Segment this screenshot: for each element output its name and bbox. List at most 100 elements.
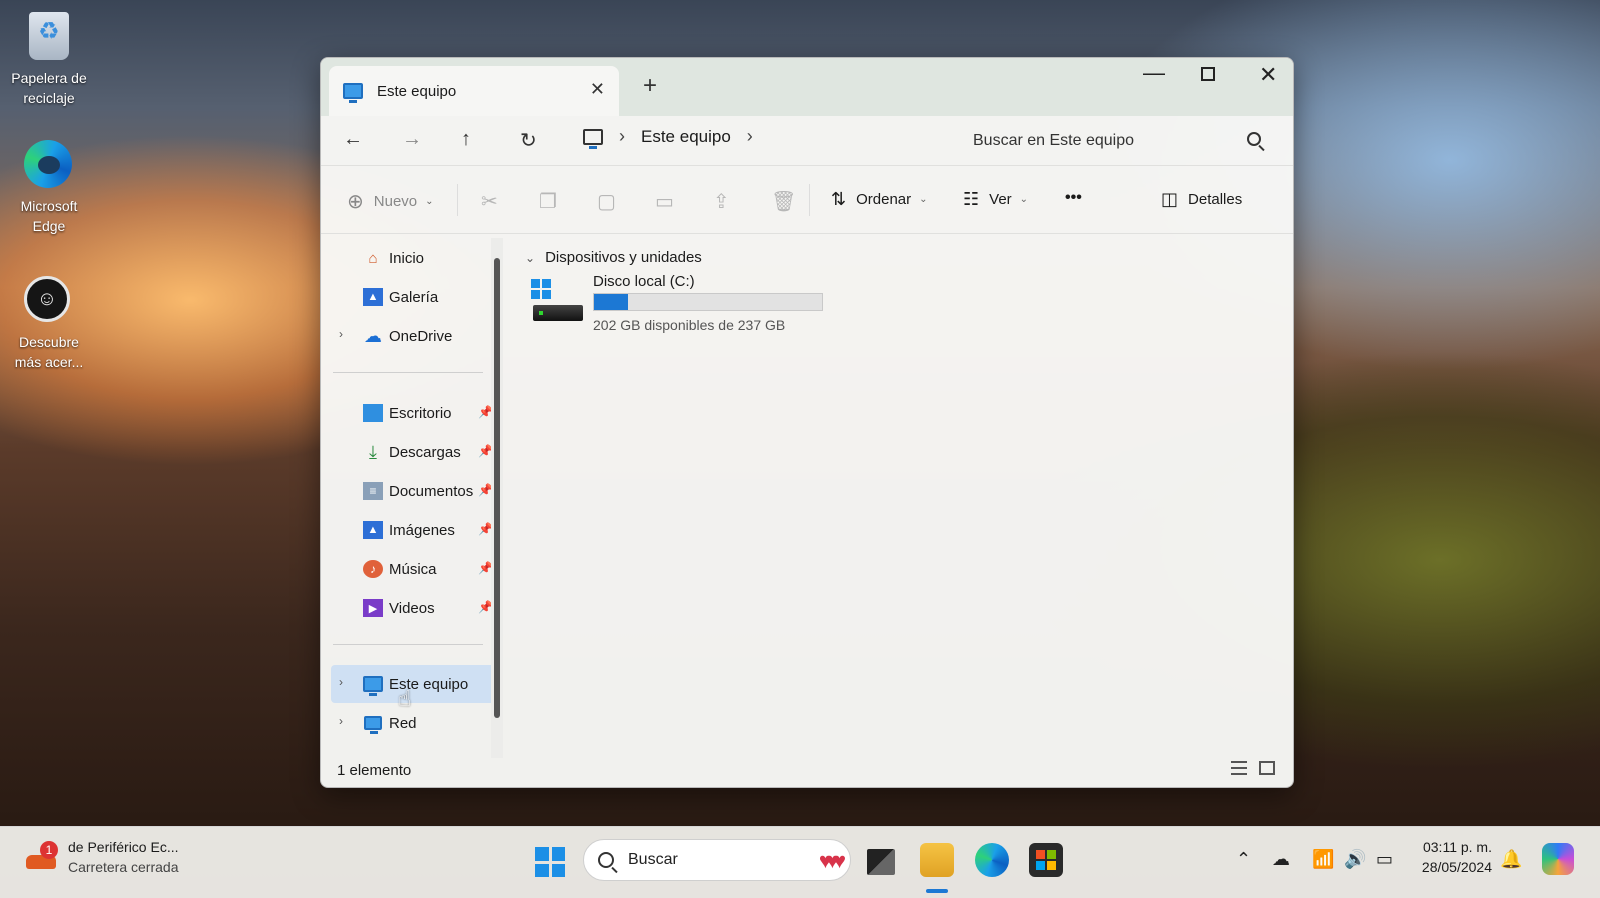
status-bar: 1 elemento: [321, 753, 1293, 787]
sidebar-item-label: OneDrive: [389, 327, 453, 345]
delete-icon[interactable]: 🗑: [771, 189, 796, 214]
music-icon: ♪: [363, 560, 383, 578]
sort-button[interactable]: ⇅ Ordenar ⌄: [831, 189, 928, 210]
desktop-icon-label: Papelera de reciclaje: [11, 70, 87, 106]
widget-title: de Periférico Ec...: [68, 839, 179, 855]
task-view-icon[interactable]: [867, 849, 895, 875]
maximize-button[interactable]: [1201, 67, 1215, 81]
sidebar-item-label: Documentos: [389, 482, 474, 500]
sidebar-item-label: Red: [389, 714, 417, 732]
minimize-button[interactable]: —: [1143, 60, 1165, 86]
chevron-right-icon[interactable]: ›: [339, 675, 343, 689]
drive-item-c[interactable]: Disco local (C:) 202 GB disponibles de 2…: [531, 273, 841, 343]
store-icon[interactable]: [1029, 843, 1063, 877]
view-button[interactable]: ☷ Ver ⌄: [963, 189, 1028, 210]
sidebar-item-este-equipo[interactable]: › Este equipo: [331, 665, 499, 703]
details-view-icon[interactable]: [1231, 761, 1247, 775]
close-window-button[interactable]: ✕: [1259, 62, 1277, 88]
view-label: Ver: [989, 191, 1012, 208]
clock-time: 03:11 p. m.: [1422, 839, 1492, 855]
chevron-right-icon[interactable]: ›: [339, 714, 343, 728]
desktop-icon-label: Microsoft Edge: [20, 198, 78, 234]
chevron-up-icon[interactable]: ⌃: [1236, 849, 1251, 870]
sidebar-item-escritorio[interactable]: Escritorio 📌: [331, 394, 499, 432]
taskbar-search-label: Buscar: [628, 851, 678, 868]
sidebar-item-musica[interactable]: ♪ Música 📌: [331, 550, 499, 588]
volume-icon[interactable]: 🔊: [1344, 849, 1366, 870]
sidebar-item-onedrive[interactable]: › ☁ OneDrive: [331, 317, 499, 355]
hard-drive-icon: [531, 279, 583, 323]
sidebar-item-galeria[interactable]: ▲ Galería: [331, 278, 499, 316]
sidebar-item-inicio[interactable]: ⌂ Inicio: [331, 239, 499, 277]
copilot-icon[interactable]: [1542, 843, 1574, 875]
chevron-right-icon[interactable]: ›: [619, 126, 625, 147]
sidebar-item-label: Música: [389, 560, 437, 578]
cut-icon[interactable]: ✂: [481, 189, 498, 214]
desktop-icon-edge[interactable]: Microsoft Edge: [8, 140, 90, 236]
scrollbar-thumb[interactable]: [494, 258, 500, 718]
sidebar-divider: [333, 644, 483, 645]
tab-este-equipo[interactable]: Este equipo ✕: [329, 66, 619, 116]
search-input[interactable]: Buscar en Este equipo: [961, 120, 1281, 162]
plus-circle-icon: ⊕: [347, 191, 364, 213]
back-arrow-icon[interactable]: ←: [343, 128, 363, 151]
sidebar-item-videos[interactable]: ▶ Videos 📌: [331, 589, 499, 627]
up-arrow-icon[interactable]: ↑: [461, 128, 471, 151]
copy-icon[interactable]: ❐: [539, 189, 557, 214]
more-options-button[interactable]: •••: [1065, 189, 1082, 207]
search-icon: [598, 852, 614, 868]
paste-icon[interactable]: ▢: [597, 189, 616, 214]
battery-icon[interactable]: ▭: [1376, 849, 1393, 870]
hand-cursor-icon: ☝: [398, 686, 412, 711]
close-tab-icon[interactable]: ✕: [590, 79, 605, 100]
wifi-icon[interactable]: 📶: [1312, 849, 1334, 870]
edge-icon[interactable]: [975, 843, 1009, 877]
forward-arrow-icon[interactable]: →: [402, 128, 422, 151]
navigation-pane: ⌂ Inicio ▲ Galería › ☁ OneDrive Escritor…: [321, 235, 511, 755]
rename-icon[interactable]: ▭: [655, 189, 674, 214]
chevron-right-icon[interactable]: ›: [339, 327, 343, 341]
home-icon: ⌂: [368, 249, 378, 267]
acer-icon: ☺: [24, 276, 74, 326]
share-icon[interactable]: ⇪: [713, 189, 730, 214]
downloads-icon: ⤓: [369, 441, 377, 462]
desktop-icon-acer[interactable]: ☺ Descubre más acer...: [8, 276, 90, 372]
gallery-icon: ▲: [363, 288, 383, 306]
toolbar-divider: [457, 184, 458, 216]
drive-usage-bar: [593, 293, 823, 311]
sidebar-item-label: Videos: [389, 599, 435, 617]
bell-icon[interactable]: 🔔: [1500, 849, 1522, 870]
search-icon[interactable]: [1247, 132, 1261, 146]
notification-badge: 1: [40, 841, 58, 859]
sort-icon: ⇅: [831, 189, 847, 209]
recycle-bin-icon: [24, 12, 74, 62]
chevron-right-icon[interactable]: ›: [747, 126, 753, 147]
weather-widget[interactable]: 1 de Periférico Ec... Carretera cerrada: [26, 837, 179, 877]
new-button[interactable]: ⊕ Nuevo ⌄: [347, 189, 434, 214]
chevron-down-icon[interactable]: ⌄: [525, 251, 535, 265]
sidebar-item-documentos[interactable]: ≡ Documentos 📌: [331, 472, 499, 510]
item-count: 1 elemento: [337, 761, 412, 779]
clock[interactable]: 03:11 p. m. 28/05/2024: [1400, 837, 1492, 877]
sidebar-item-imagenes[interactable]: ▲ Imágenes 📌: [331, 511, 499, 549]
onedrive-tray-icon[interactable]: ☁: [1272, 849, 1290, 870]
desktop-icon-label: Descubre más acer...: [14, 334, 84, 370]
start-button[interactable]: [535, 847, 565, 877]
network-icon: [363, 714, 383, 734]
command-bar: ⊕ Nuevo ⌄ ✂ ❐ ▢ ▭ ⇪ 🗑 ⇅ Ordenar ⌄ ☷ Ver …: [321, 166, 1293, 234]
details-button[interactable]: ◫ Detalles: [1161, 189, 1242, 210]
new-tab-button[interactable]: +: [643, 72, 657, 100]
taskbar-search[interactable]: Buscar ♥♥♥: [583, 839, 851, 881]
desktop-icon-recycle-bin[interactable]: Papelera de reciclaje: [8, 12, 90, 108]
sidebar-scrollbar[interactable]: [491, 238, 503, 758]
sidebar-item-red[interactable]: › Red: [331, 704, 499, 742]
file-explorer-icon[interactable]: [920, 843, 954, 877]
documents-icon: ≡: [363, 482, 383, 500]
breadcrumb-item[interactable]: Este equipo: [641, 127, 731, 147]
refresh-icon[interactable]: ↻: [520, 128, 537, 153]
this-pc-outline-icon[interactable]: [583, 128, 603, 149]
active-indicator: [926, 889, 948, 893]
group-header[interactable]: ⌄ Dispositivos y unidades: [525, 249, 702, 266]
sidebar-item-descargas[interactable]: ⤓ Descargas 📌: [331, 433, 499, 471]
tiles-view-icon[interactable]: [1259, 761, 1275, 775]
